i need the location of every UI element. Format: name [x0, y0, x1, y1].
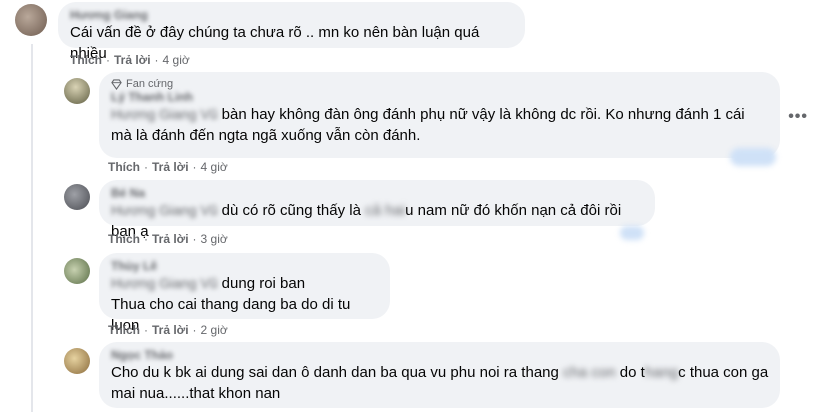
comment-text: Hương Giang Vũ dung roi ban [111, 273, 378, 294]
comment-text-line2: mai nua......that khon nan [111, 385, 281, 402]
reply-button[interactable]: Trả lời [114, 53, 151, 67]
mention-link[interactable]: Hương Giang Vũ [111, 202, 218, 218]
comment-text-part: c thua con ga [678, 364, 769, 381]
comment-text-line1: dung roi ban [221, 275, 306, 292]
diamond-icon [111, 78, 122, 90]
separator: · [144, 232, 148, 246]
comment-text: Cho du k bk ai dung sai dan ô danh dan b… [111, 362, 768, 383]
badge-label: Fan cứng [126, 78, 174, 90]
separator: · [106, 53, 110, 67]
separator: · [154, 53, 159, 67]
avatar[interactable] [64, 348, 90, 374]
separator: · [144, 160, 148, 174]
avatar[interactable] [64, 184, 90, 210]
reply-button[interactable]: Trả lời [152, 232, 189, 246]
comment-text: Hương Giang Vũ bàn hay không đàn ông đán… [111, 104, 768, 125]
comment-actions: Thích · Trả lời · 3 giờ [108, 232, 228, 246]
fan-badge: Fan cứng [111, 78, 768, 90]
comment-bubble: Ngọc Thảo Cho du k bk ai dung sai dan ô … [99, 342, 780, 408]
comment-bubble: Fan cứng Lý Thanh Linh Hương Giang Vũ bà… [99, 72, 780, 158]
timestamp[interactable]: 4 giờ [201, 160, 228, 174]
comment-text-part: do t [619, 364, 645, 381]
comment-text-line2: mà là đánh đến ngta ngã xuống vẫn còn đá… [111, 127, 421, 144]
separator: · [192, 323, 197, 337]
reaction-badge[interactable] [620, 226, 644, 240]
avatar[interactable] [64, 78, 90, 104]
comment-actions: Thích · Trả lời · 4 giờ [108, 160, 228, 174]
censored-text: cha con [563, 364, 616, 381]
comment-author[interactable]: Lý Thanh Linh [111, 90, 768, 104]
reply-button[interactable]: Trả lời [152, 323, 189, 337]
separator: · [192, 232, 197, 246]
comment-author[interactable]: Hương Giang [70, 8, 513, 22]
like-button[interactable]: Thích [108, 323, 140, 337]
like-button[interactable]: Thích [108, 232, 140, 246]
comment-author[interactable]: Ngọc Thảo [111, 348, 768, 362]
comment-author[interactable]: Bé Na [111, 186, 643, 200]
comment-actions: Thích · Trả lời · 4 giờ [70, 53, 190, 67]
mention-link[interactable]: Hương Giang Vũ [111, 275, 218, 291]
comment-bubble: Bé Na Hương Giang Vũ dù có rõ cũng thấy … [99, 180, 655, 240]
reply-button[interactable]: Trả lời [152, 160, 189, 174]
comment-text-part: Cho du k bk ai dung sai dan ô danh dan b… [111, 364, 559, 381]
avatar[interactable] [15, 4, 47, 36]
timestamp[interactable]: 3 giờ [201, 232, 228, 246]
censored-text: cả hai [365, 202, 406, 219]
censored-text: hang [644, 364, 679, 381]
avatar[interactable] [64, 258, 90, 284]
thread-line [31, 44, 33, 412]
comment-author[interactable]: Thùy Lê [111, 259, 378, 273]
timestamp[interactable]: 2 giờ [201, 323, 228, 337]
reaction-badge[interactable] [730, 148, 776, 166]
separator: · [192, 160, 197, 174]
separator: · [144, 323, 148, 337]
comment-actions: Thích · Trả lời · 2 giờ [108, 323, 228, 337]
more-options-icon[interactable]: ••• [788, 108, 808, 126]
comment-bubble: Hương Giang Cái vấn đề ở đây chúng ta ch… [58, 2, 525, 62]
like-button[interactable]: Thích [108, 160, 140, 174]
comment-bubble: Thùy Lê Hương Giang Vũ dung roi ban Thua… [99, 253, 390, 334]
timestamp[interactable]: 4 giờ [163, 53, 190, 67]
mention-link[interactable]: Hương Giang Vũ [111, 106, 218, 122]
comment-text-part: dù có rõ cũng thấy là [221, 202, 361, 219]
like-button[interactable]: Thích [70, 53, 102, 67]
comment-text-line1: bàn hay không đàn ông đánh phụ nữ vậy là… [221, 106, 745, 123]
